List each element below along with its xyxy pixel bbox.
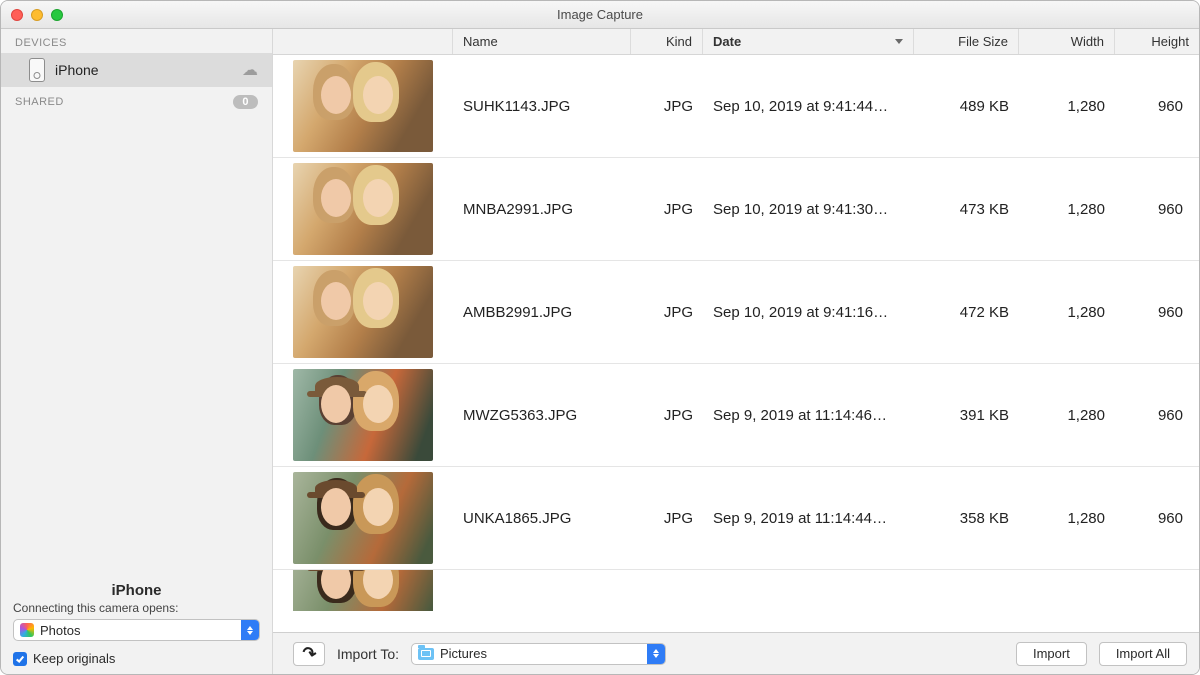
date-cell: Sep 10, 2019 at 9:41:30… bbox=[703, 201, 914, 218]
import-to-label: Import To: bbox=[337, 646, 399, 662]
size-cell: 473 KB bbox=[914, 201, 1019, 218]
keep-originals-label: Keep originals bbox=[33, 651, 115, 666]
checkbox-checked-icon bbox=[13, 652, 27, 666]
table-row[interactable]: SUHK1143.JPGJPGSep 10, 2019 at 9:41:44…4… bbox=[273, 55, 1199, 158]
column-thumbnail[interactable] bbox=[273, 29, 453, 54]
kind-cell: JPG bbox=[631, 201, 703, 218]
size-cell: 358 KB bbox=[914, 510, 1019, 527]
photo-thumbnail bbox=[293, 369, 433, 461]
cloud-icon: ☁ bbox=[242, 60, 258, 80]
name-cell: SUHK1143.JPG bbox=[453, 98, 631, 115]
photo-thumbnail bbox=[293, 266, 433, 358]
photo-thumbnail bbox=[293, 570, 433, 611]
import-to-value: Pictures bbox=[440, 646, 487, 661]
sidebar-section-shared: SHARED 0 bbox=[1, 87, 272, 113]
bottom-toolbar: ↶ Import To: Pictures Import Import All bbox=[273, 632, 1199, 674]
table-row[interactable] bbox=[273, 570, 1199, 611]
minimize-window-button[interactable] bbox=[31, 9, 43, 21]
iphone-device-icon bbox=[29, 58, 45, 82]
table-row[interactable]: MNBA2991.JPGJPGSep 10, 2019 at 9:41:30…4… bbox=[273, 158, 1199, 261]
name-cell: MNBA2991.JPG bbox=[453, 201, 631, 218]
height-cell: 960 bbox=[1115, 407, 1199, 424]
traffic-lights bbox=[1, 9, 63, 21]
sidebar-item-label: iPhone bbox=[55, 62, 99, 78]
import-to-select[interactable]: Pictures bbox=[411, 643, 666, 665]
width-cell: 1,280 bbox=[1019, 304, 1115, 321]
main-pane: Name Kind Date File Size Width Height SU… bbox=[273, 29, 1199, 674]
sidebar-section-devices: DEVICES bbox=[1, 29, 272, 53]
thumbnail-cell bbox=[273, 472, 453, 564]
selected-device-name: iPhone bbox=[13, 582, 260, 599]
import-button[interactable]: Import bbox=[1016, 642, 1087, 666]
date-cell: Sep 9, 2019 at 11:14:46… bbox=[703, 407, 914, 424]
height-cell: 960 bbox=[1115, 98, 1199, 115]
height-cell: 960 bbox=[1115, 510, 1199, 527]
table-row[interactable]: MWZG5363.JPGJPGSep 9, 2019 at 11:14:46…3… bbox=[273, 364, 1199, 467]
select-stepper-icon bbox=[241, 620, 259, 640]
column-height[interactable]: Height bbox=[1115, 29, 1199, 54]
import-all-button[interactable]: Import All bbox=[1099, 642, 1187, 666]
column-name[interactable]: Name bbox=[453, 29, 631, 54]
kind-cell: JPG bbox=[631, 510, 703, 527]
size-cell: 489 KB bbox=[914, 98, 1019, 115]
column-headers: Name Kind Date File Size Width Height bbox=[273, 29, 1199, 55]
thumbnail-cell bbox=[273, 570, 453, 611]
table-row[interactable]: AMBB2991.JPGJPGSep 10, 2019 at 9:41:16…4… bbox=[273, 261, 1199, 364]
date-cell: Sep 10, 2019 at 9:41:44… bbox=[703, 98, 914, 115]
width-cell: 1,280 bbox=[1019, 98, 1115, 115]
shared-count-badge: 0 bbox=[233, 95, 258, 109]
sidebar-bottom-panel: iPhone Connecting this camera opens: Pho… bbox=[1, 576, 272, 674]
rotate-button[interactable]: ↶ bbox=[293, 642, 325, 666]
title-bar: Image Capture bbox=[1, 1, 1199, 29]
width-cell: 1,280 bbox=[1019, 201, 1115, 218]
width-cell: 1,280 bbox=[1019, 510, 1115, 527]
sidebar-section-devices-label: DEVICES bbox=[15, 37, 67, 49]
table-row[interactable]: UNKA1865.JPGJPGSep 9, 2019 at 11:14:44…3… bbox=[273, 467, 1199, 570]
rotate-icon: ↶ bbox=[300, 642, 318, 665]
size-cell: 391 KB bbox=[914, 407, 1019, 424]
thumbnail-cell bbox=[273, 163, 453, 255]
column-kind[interactable]: Kind bbox=[631, 29, 703, 54]
width-cell: 1,280 bbox=[1019, 407, 1115, 424]
size-cell: 472 KB bbox=[914, 304, 1019, 321]
photo-thumbnail bbox=[293, 163, 433, 255]
photos-app-icon bbox=[20, 623, 34, 637]
kind-cell: JPG bbox=[631, 407, 703, 424]
name-cell: UNKA1865.JPG bbox=[453, 510, 631, 527]
sidebar-item-iphone[interactable]: iPhone ☁ bbox=[1, 53, 272, 87]
kind-cell: JPG bbox=[631, 304, 703, 321]
column-file-size[interactable]: File Size bbox=[914, 29, 1019, 54]
name-cell: AMBB2991.JPG bbox=[453, 304, 631, 321]
select-stepper-icon bbox=[647, 644, 665, 664]
image-rows: SUHK1143.JPGJPGSep 10, 2019 at 9:41:44…4… bbox=[273, 55, 1199, 632]
kind-cell: JPG bbox=[631, 98, 703, 115]
photo-thumbnail bbox=[293, 472, 433, 564]
height-cell: 960 bbox=[1115, 201, 1199, 218]
image-capture-window: Image Capture DEVICES iPhone ☁ SHARED 0 … bbox=[0, 0, 1200, 675]
column-date[interactable]: Date bbox=[703, 29, 914, 54]
sidebar-section-shared-label: SHARED bbox=[15, 96, 64, 108]
zoom-window-button[interactable] bbox=[51, 9, 63, 21]
sidebar: DEVICES iPhone ☁ SHARED 0 iPhone Connect… bbox=[1, 29, 273, 674]
thumbnail-cell bbox=[273, 369, 453, 461]
thumbnail-cell bbox=[273, 60, 453, 152]
name-cell: MWZG5363.JPG bbox=[453, 407, 631, 424]
window-title: Image Capture bbox=[1, 7, 1199, 22]
column-width[interactable]: Width bbox=[1019, 29, 1115, 54]
chevron-down-icon bbox=[895, 39, 903, 44]
camera-opens-select[interactable]: Photos bbox=[13, 619, 260, 641]
height-cell: 960 bbox=[1115, 304, 1199, 321]
camera-opens-hint: Connecting this camera opens: bbox=[13, 601, 260, 615]
pictures-folder-icon bbox=[418, 648, 434, 660]
photo-thumbnail bbox=[293, 60, 433, 152]
keep-originals-checkbox[interactable]: Keep originals bbox=[13, 651, 260, 666]
thumbnail-cell bbox=[273, 266, 453, 358]
camera-opens-value: Photos bbox=[40, 623, 80, 638]
close-window-button[interactable] bbox=[11, 9, 23, 21]
date-cell: Sep 9, 2019 at 11:14:44… bbox=[703, 510, 914, 527]
date-cell: Sep 10, 2019 at 9:41:16… bbox=[703, 304, 914, 321]
